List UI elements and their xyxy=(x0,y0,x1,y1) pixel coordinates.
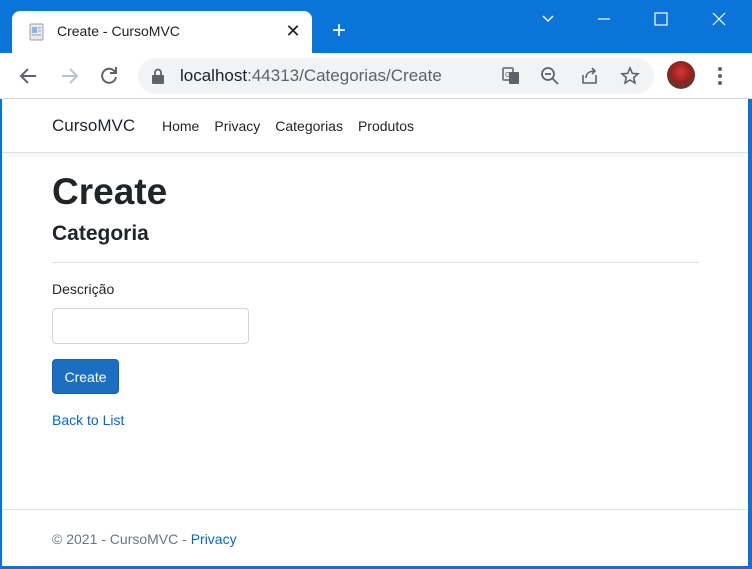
translate-icon[interactable]: G xyxy=(501,66,521,86)
footer-privacy-link[interactable]: Privacy xyxy=(191,531,237,547)
nav-link-categorias[interactable]: Categorias xyxy=(275,118,343,134)
minimize-icon[interactable] xyxy=(591,8,617,30)
lock-icon[interactable] xyxy=(151,68,165,84)
site-navbar: CursoMVC Home Privacy Categorias Produto… xyxy=(2,99,748,153)
nav-links: Home Privacy Categorias Produtos xyxy=(162,118,414,134)
page-title: Create xyxy=(52,171,168,212)
page-subtitle: Categoria xyxy=(52,222,149,245)
tab-title: Create - CursoMVC xyxy=(57,23,180,39)
site-footer: © 2021 - CursoMVC - Privacy xyxy=(2,509,748,566)
menu-kebab-icon[interactable] xyxy=(709,64,731,88)
profile-avatar[interactable] xyxy=(667,61,695,89)
page-viewport: CursoMVC Home Privacy Categorias Produto… xyxy=(2,99,748,566)
maximize-icon[interactable] xyxy=(648,8,674,30)
footer-text: © 2021 - CursoMVC - Privacy xyxy=(52,531,237,547)
descricao-label: Descrição xyxy=(52,281,115,297)
back-to-list-link[interactable]: Back to List xyxy=(52,412,124,428)
back-arrow-icon[interactable] xyxy=(17,64,41,88)
address-bar[interactable]: localhost:44313/Categorias/Create G xyxy=(138,58,654,94)
zoom-out-icon[interactable] xyxy=(540,66,560,86)
browser-tab[interactable]: Create - CursoMVC ✕ xyxy=(12,11,312,53)
descricao-input[interactable] xyxy=(52,308,249,344)
nav-link-privacy[interactable]: Privacy xyxy=(214,118,260,134)
tab-search-icon[interactable] xyxy=(535,8,561,30)
url-text[interactable]: localhost:44313/Categorias/Create xyxy=(180,66,442,86)
nav-link-home[interactable]: Home xyxy=(162,118,199,134)
browser-window: Create - CursoMVC ✕ + localhost:44313/Ca… xyxy=(0,0,752,569)
close-tab-icon[interactable]: ✕ xyxy=(282,20,304,42)
svg-text:G: G xyxy=(505,71,510,79)
forward-arrow-icon[interactable] xyxy=(57,64,81,88)
reload-icon[interactable] xyxy=(97,64,121,88)
site-brand[interactable]: CursoMVC xyxy=(52,116,135,136)
nav-link-produtos[interactable]: Produtos xyxy=(358,118,414,134)
footer-copyright: © 2021 - CursoMVC - xyxy=(52,531,191,547)
bookmark-star-icon[interactable] xyxy=(620,66,640,86)
browser-toolbar: localhost:44313/Categorias/Create G xyxy=(0,53,752,99)
title-bar: Create - CursoMVC ✕ + xyxy=(0,0,752,53)
share-icon[interactable] xyxy=(580,66,600,86)
page-icon xyxy=(29,23,44,41)
create-button[interactable]: Create xyxy=(52,359,119,394)
divider xyxy=(52,262,699,263)
new-tab-icon[interactable]: + xyxy=(327,19,351,44)
close-window-icon[interactable] xyxy=(706,8,732,30)
